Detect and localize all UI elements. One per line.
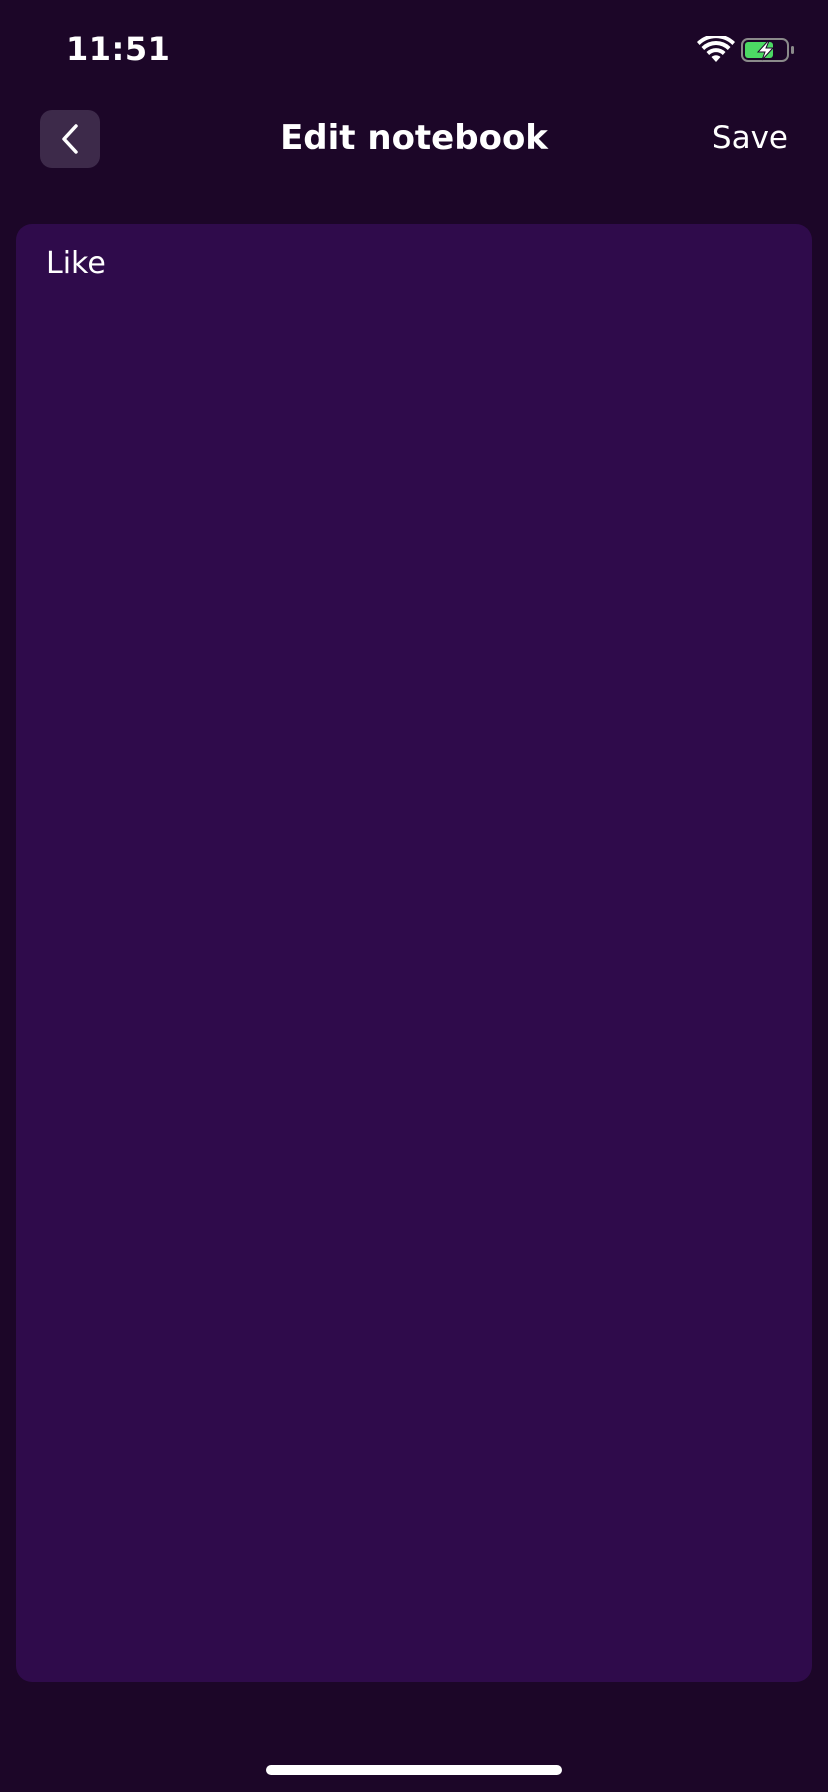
notebook-editor-card: Like (16, 224, 812, 1682)
status-time: 11:51 (66, 30, 171, 68)
edit-notebook-screen: 11:51 Edit notebook Save Like (0, 0, 828, 1792)
notebook-text-area[interactable]: Like (46, 244, 782, 1662)
save-button[interactable]: Save (712, 120, 788, 156)
battery-charging-icon (741, 38, 794, 62)
page-title: Edit notebook (280, 118, 548, 158)
home-indicator[interactable] (266, 1765, 562, 1775)
wifi-icon (697, 36, 735, 62)
